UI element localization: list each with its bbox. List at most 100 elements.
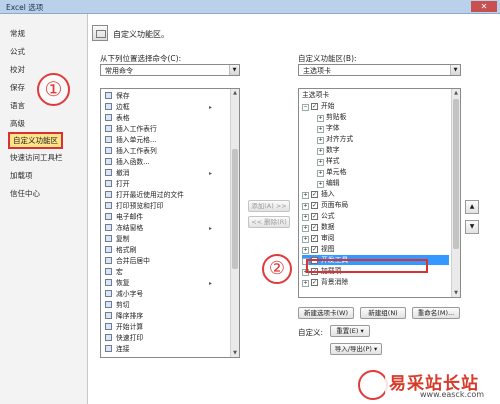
sidebar-item-save[interactable]: 保存 xyxy=(10,82,25,93)
scroll-up-icon[interactable]: ▲ xyxy=(452,89,460,97)
tab-checkbox[interactable]: ✓ xyxy=(311,202,318,209)
expand-icon[interactable]: + xyxy=(302,214,309,221)
new-tab-button[interactable]: 新建选项卡(W) xyxy=(298,307,354,319)
scroll-down-icon[interactable]: ▼ xyxy=(452,289,460,297)
expand-icon[interactable]: + xyxy=(317,170,324,177)
expand-icon[interactable]: + xyxy=(302,225,309,232)
expand-icon[interactable]: + xyxy=(317,115,324,122)
command-item[interactable]: 打开 xyxy=(105,180,130,189)
command-item[interactable]: 边框 ▸ xyxy=(105,103,212,112)
collapse-icon[interactable]: − xyxy=(302,104,309,111)
tab-checkbox[interactable]: ✓ xyxy=(311,235,318,242)
tree-item[interactable]: + ✓ 背景消除 xyxy=(302,277,348,287)
command-icon xyxy=(105,147,112,154)
command-item[interactable]: 复制 xyxy=(105,235,130,244)
customize-ribbon-dropdown[interactable]: 主选项卡 ▼ xyxy=(298,64,461,76)
new-group-button[interactable]: 新建组(N) xyxy=(360,307,406,319)
command-item[interactable]: 电子邮件 xyxy=(105,213,143,222)
command-item[interactable]: 开始计算 xyxy=(105,323,143,332)
sidebar-item-language[interactable]: 语言 xyxy=(10,100,25,111)
tree-item-label: 公式 xyxy=(321,212,335,220)
tab-checkbox[interactable]: ✓ xyxy=(311,213,318,220)
tab-checkbox[interactable]: ✓ xyxy=(311,191,318,198)
scroll-thumb[interactable] xyxy=(232,149,238,269)
sidebar-item-advanced[interactable]: 高级 xyxy=(10,118,25,129)
tab-checkbox[interactable]: ✓ xyxy=(311,246,318,253)
command-item[interactable]: 剪切 xyxy=(105,301,130,310)
command-item[interactable]: 宏 xyxy=(105,268,123,277)
tree-item-label: 单元格 xyxy=(326,168,347,176)
expand-icon[interactable]: + xyxy=(317,126,324,133)
tab-checkbox[interactable]: ✓ xyxy=(311,224,318,231)
chevron-down-icon: ▼ xyxy=(450,65,460,75)
command-item[interactable]: 打开最近使用过的文件 xyxy=(105,191,184,200)
sidebar-item-customize-ribbon[interactable]: 自定义功能区 xyxy=(8,132,63,149)
sidebar-item-formulas[interactable]: 公式 xyxy=(10,46,25,57)
expand-icon[interactable]: + xyxy=(302,192,309,199)
command-item[interactable]: 恢复 ▸ xyxy=(105,279,212,288)
command-item[interactable]: 保存 xyxy=(105,92,130,101)
command-item[interactable]: 撤消 ▸ xyxy=(105,169,212,178)
close-button[interactable]: ✕ xyxy=(471,1,497,12)
scroll-down-icon[interactable]: ▼ xyxy=(231,349,239,357)
tree-item[interactable]: + 对齐方式 xyxy=(317,134,353,144)
command-item[interactable]: 降序排序 xyxy=(105,312,143,321)
command-item[interactable]: 插入工作表列 xyxy=(105,147,157,156)
command-icon xyxy=(105,334,112,341)
expand-icon[interactable]: + xyxy=(302,236,309,243)
tree-item[interactable]: + 数字 xyxy=(317,145,340,155)
choose-commands-dropdown[interactable]: 常用命令 ▼ xyxy=(100,64,240,76)
tree-item[interactable]: + ✓ 公式 xyxy=(302,211,335,221)
tree-item[interactable]: + 单元格 xyxy=(317,167,346,177)
expand-icon[interactable]: + xyxy=(302,280,309,287)
command-item[interactable]: 表格 xyxy=(105,114,130,123)
expand-icon[interactable]: + xyxy=(317,148,324,155)
tree-scrollbar[interactable]: ▲ ▼ xyxy=(451,89,460,297)
command-item[interactable]: 插入函数... xyxy=(105,158,150,167)
remove-button[interactable]: << 删除(R) xyxy=(248,216,290,228)
move-up-button[interactable]: ▲ xyxy=(465,200,479,214)
command-item[interactable]: 连接 xyxy=(105,345,130,354)
tree-item[interactable]: + ✓ 审阅 xyxy=(302,233,335,243)
command-item[interactable]: 插入单元格... xyxy=(105,136,156,145)
tree-item[interactable]: + 字体 xyxy=(317,123,340,133)
command-item[interactable]: 减小字号 xyxy=(105,290,143,299)
command-item[interactable]: 合并后居中 xyxy=(105,257,150,266)
command-item[interactable]: 插入工作表行 xyxy=(105,125,157,134)
tree-item[interactable]: + 样式 xyxy=(317,156,340,166)
tree-item[interactable]: + 编辑 xyxy=(317,178,340,188)
tree-item[interactable]: + ✓ 页面布局 xyxy=(302,200,348,210)
move-down-button[interactable]: ▼ xyxy=(465,220,479,234)
add-button[interactable]: 添加(A) >> xyxy=(248,200,290,212)
reset-button[interactable]: 重置(E) ▾ xyxy=(330,325,370,337)
command-item[interactable]: 冻结窗格 ▸ xyxy=(105,224,212,233)
command-label: 插入工作表列 xyxy=(116,147,157,155)
scroll-thumb[interactable] xyxy=(453,99,459,249)
tree-item[interactable]: + ✓ 数据 xyxy=(302,222,335,232)
tree-item[interactable]: + ✓ 插入 xyxy=(302,189,335,199)
import-export-button[interactable]: 导入/导出(P) ▾ xyxy=(330,343,382,355)
sidebar-item-proofing[interactable]: 校对 xyxy=(10,64,25,75)
sidebar-item-addins[interactable]: 加载项 xyxy=(10,170,33,181)
expand-icon[interactable]: + xyxy=(317,181,324,188)
scroll-up-icon[interactable]: ▲ xyxy=(231,89,239,97)
tab-checkbox[interactable]: ✓ xyxy=(311,279,318,286)
expand-icon[interactable]: + xyxy=(317,159,324,166)
sidebar-item-general[interactable]: 常规 xyxy=(10,28,25,39)
command-item[interactable]: 格式刷 xyxy=(105,246,136,255)
commands-list[interactable]: 保存边框 ▸ 表格插入工作表行 插入单元格... 插入工作表列插入函数... 撤消 ▸ 打开打… xyxy=(100,88,240,358)
sidebar-item-trust-center[interactable]: 信任中心 xyxy=(10,188,40,199)
expand-icon[interactable]: + xyxy=(317,137,324,144)
expand-icon[interactable]: + xyxy=(302,247,309,254)
command-icon xyxy=(105,290,112,297)
tree-item[interactable]: − ✓ 开始 xyxy=(302,101,335,111)
command-item[interactable]: 快速打印 xyxy=(105,334,143,343)
tree-item[interactable]: + 剪贴板 xyxy=(317,112,346,122)
commands-scrollbar[interactable]: ▲ ▼ xyxy=(230,89,239,357)
command-item[interactable]: 打印预览和打印 xyxy=(105,202,164,211)
tree-item[interactable]: + ✓ 视图 xyxy=(302,244,335,254)
expand-icon[interactable]: + xyxy=(302,203,309,210)
sidebar-item-quick-access-toolbar[interactable]: 快速访问工具栏 xyxy=(10,152,63,163)
rename-button[interactable]: 重命名(M)... xyxy=(412,307,460,319)
tab-checkbox[interactable]: ✓ xyxy=(311,103,318,110)
